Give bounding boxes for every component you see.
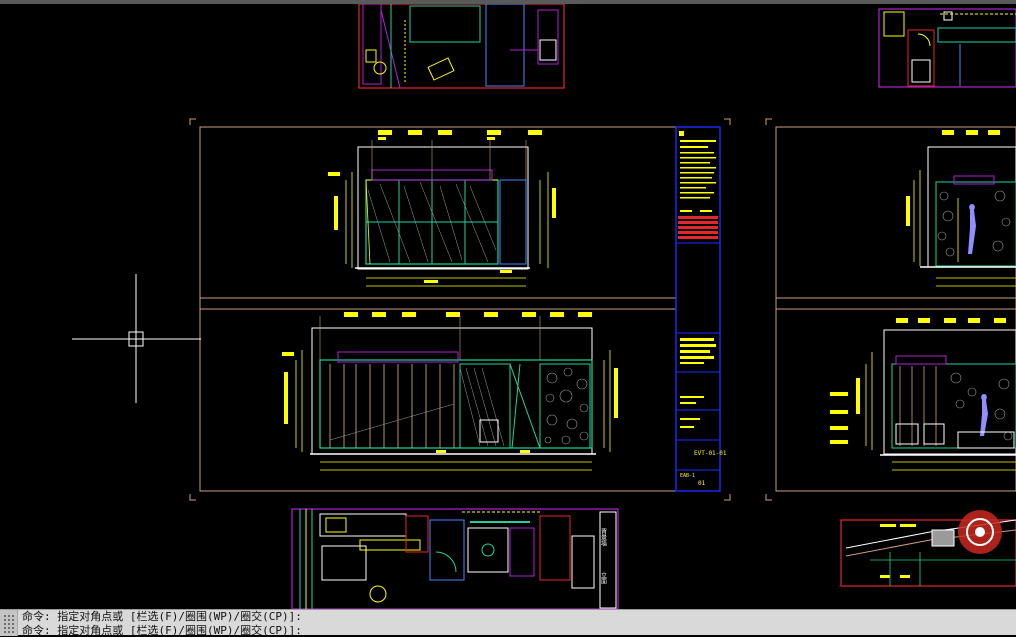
plan-tag-2: 立面 [600,571,607,585]
command-line-panel[interactable]: 命令: 指定对角点或 [栏选(F)/圈围(WP)/圈交(CP)]: 命令: 指定… [0,609,1016,637]
elevation-drawing-lower [282,312,618,471]
plan-fragment-bottom-middle: 背景墙 立面 [291,508,619,609]
cad-drawing-viewport[interactable]: EVT-01-01 01 EAB-1 背景墙 立面 [0,4,1016,609]
command-history-line: 命令: 指定对角点或 [栏选(F)/圈围(WP)/圈交(CP)]: [22,624,302,637]
command-history-line: 命令: 指定对角点或 [栏选(F)/圈围(WP)/圈交(CP)]: [22,610,302,623]
title-block-drawing-no-1: EVT-01-01 [694,450,727,457]
plan-fragment-bottom-right [840,510,1016,587]
title-block-drawing-no-2: 01 [698,480,706,487]
plan-fragment-top-right [878,8,1016,88]
elevation-drawing-right-lower [830,318,1016,471]
elevation-drawing-upper [328,130,556,287]
elevation-drawing-right-upper [906,130,1016,287]
plan-tag-1: 背景墙 [600,527,607,547]
plan-fragment-top-middle [358,4,565,89]
command-line-grip[interactable] [0,610,18,636]
title-block-sheet-tag: EAB-1 [680,473,695,479]
crosshair-cursor [72,274,201,403]
title-block: EVT-01-01 01 EAB-1 [675,126,727,492]
